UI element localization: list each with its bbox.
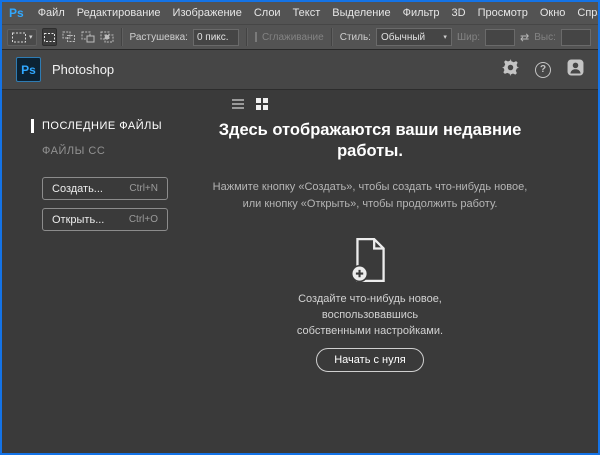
new-file-button[interactable]: Создать... Ctrl+N [42, 177, 168, 200]
list-view-icon[interactable] [232, 99, 244, 109]
help-icon[interactable]: ? [535, 62, 551, 78]
start-heading: Здесь отображаются ваши недавние работы. [202, 120, 538, 163]
sidebar-item-cc-files[interactable]: ФАЙЛЫ CC [42, 145, 202, 157]
new-document-icon [350, 237, 390, 283]
intersect-selection-icon [100, 31, 114, 43]
menu-file[interactable]: Файл [32, 7, 71, 19]
antialias-checkbox[interactable] [255, 32, 257, 42]
start-description: Нажмите кнопку «Создать», чтобы создать … [202, 179, 538, 213]
ps-app-icon: Ps [9, 6, 24, 20]
height-input[interactable] [561, 29, 591, 46]
menu-3d[interactable]: 3D [446, 7, 472, 19]
open-file-button-label: Открыть... [52, 214, 104, 226]
menu-edit[interactable]: Редактирование [71, 7, 167, 19]
new-selection-icon [43, 32, 56, 43]
app-title: Photoshop [52, 62, 114, 77]
sidebar-item-recent-files[interactable]: ПОСЛЕДНИЕ ФАЙЛЫ [42, 120, 202, 132]
app-header: Ps Photoshop ? [2, 50, 598, 90]
subtract-from-selection-icon [81, 31, 95, 43]
open-file-shortcut: Ctrl+O [129, 214, 158, 225]
menu-layers[interactable]: Слои [248, 7, 287, 19]
tool-options-bar: ▾ Растушевка: Сглаживание Стиль: Обычный… [2, 24, 598, 50]
start-main: Здесь отображаются ваши недавние работы.… [202, 90, 598, 453]
header-actions: ? [502, 59, 584, 81]
photoshop-window: Ps Файл Редактирование Изображение Слои … [0, 0, 600, 455]
menu-view[interactable]: Просмотр [472, 7, 534, 19]
style-select[interactable]: Обычный ▾ [376, 28, 452, 46]
new-file-shortcut: Ctrl+N [129, 183, 158, 194]
menu-select[interactable]: Выделение [326, 7, 396, 19]
height-label: Выс: [534, 32, 556, 43]
start-workspace: ПОСЛЕДНИЕ ФАЙЛЫ ФАЙЛЫ CC Создать... Ctrl… [2, 90, 598, 453]
menu-bar: Ps Файл Редактирование Изображение Слои … [2, 2, 598, 24]
start-from-scratch-button[interactable]: Начать с нуля [316, 348, 424, 372]
width-label: Шир: [457, 32, 480, 43]
settings-gear-icon[interactable] [502, 59, 519, 81]
divider [331, 28, 333, 46]
sidebar-buttons: Создать... Ctrl+N Открыть... Ctrl+O [42, 177, 202, 231]
new-document-block: Создайте что-нибудь новое, воспользовавш… [291, 237, 449, 372]
menu-filter[interactable]: Фильтр [397, 7, 446, 19]
swap-dimensions-icon[interactable]: ⇄ [520, 31, 529, 44]
add-to-selection-button[interactable] [62, 28, 76, 46]
antialias-label: Сглаживание [262, 32, 324, 43]
divider [246, 28, 248, 46]
account-avatar-icon[interactable] [567, 59, 584, 81]
menu-image[interactable]: Изображение [167, 7, 248, 19]
menu-help[interactable]: Справка [571, 7, 600, 19]
start-cta-text: Создайте что-нибудь новое, воспользовавш… [291, 292, 449, 340]
intersect-selection-button[interactable] [100, 28, 114, 46]
view-toggle [232, 98, 268, 110]
style-select-value: Обычный [381, 32, 425, 43]
menu-type[interactable]: Текст [287, 7, 327, 19]
divider [121, 28, 123, 46]
tool-preset-picker[interactable]: ▾ [7, 29, 37, 46]
grid-view-icon[interactable] [256, 98, 268, 110]
ps-logo-badge: Ps [16, 57, 41, 82]
chevron-down-icon: ▾ [443, 33, 447, 41]
feather-input[interactable] [193, 29, 239, 46]
new-file-button-label: Создать... [52, 183, 103, 195]
chevron-down-icon: ▾ [29, 33, 33, 41]
feather-label: Растушевка: [130, 32, 188, 43]
open-file-button[interactable]: Открыть... Ctrl+O [42, 208, 168, 231]
subtract-from-selection-button[interactable] [81, 28, 95, 46]
start-sidebar: ПОСЛЕДНИЕ ФАЙЛЫ ФАЙЛЫ CC Создать... Ctrl… [2, 90, 202, 453]
style-label: Стиль: [340, 32, 371, 43]
width-input[interactable] [485, 29, 515, 46]
rectangular-marquee-icon [11, 31, 27, 44]
menu-window[interactable]: Окно [534, 7, 572, 19]
new-selection-button[interactable] [42, 28, 57, 46]
add-to-selection-icon [62, 31, 76, 43]
